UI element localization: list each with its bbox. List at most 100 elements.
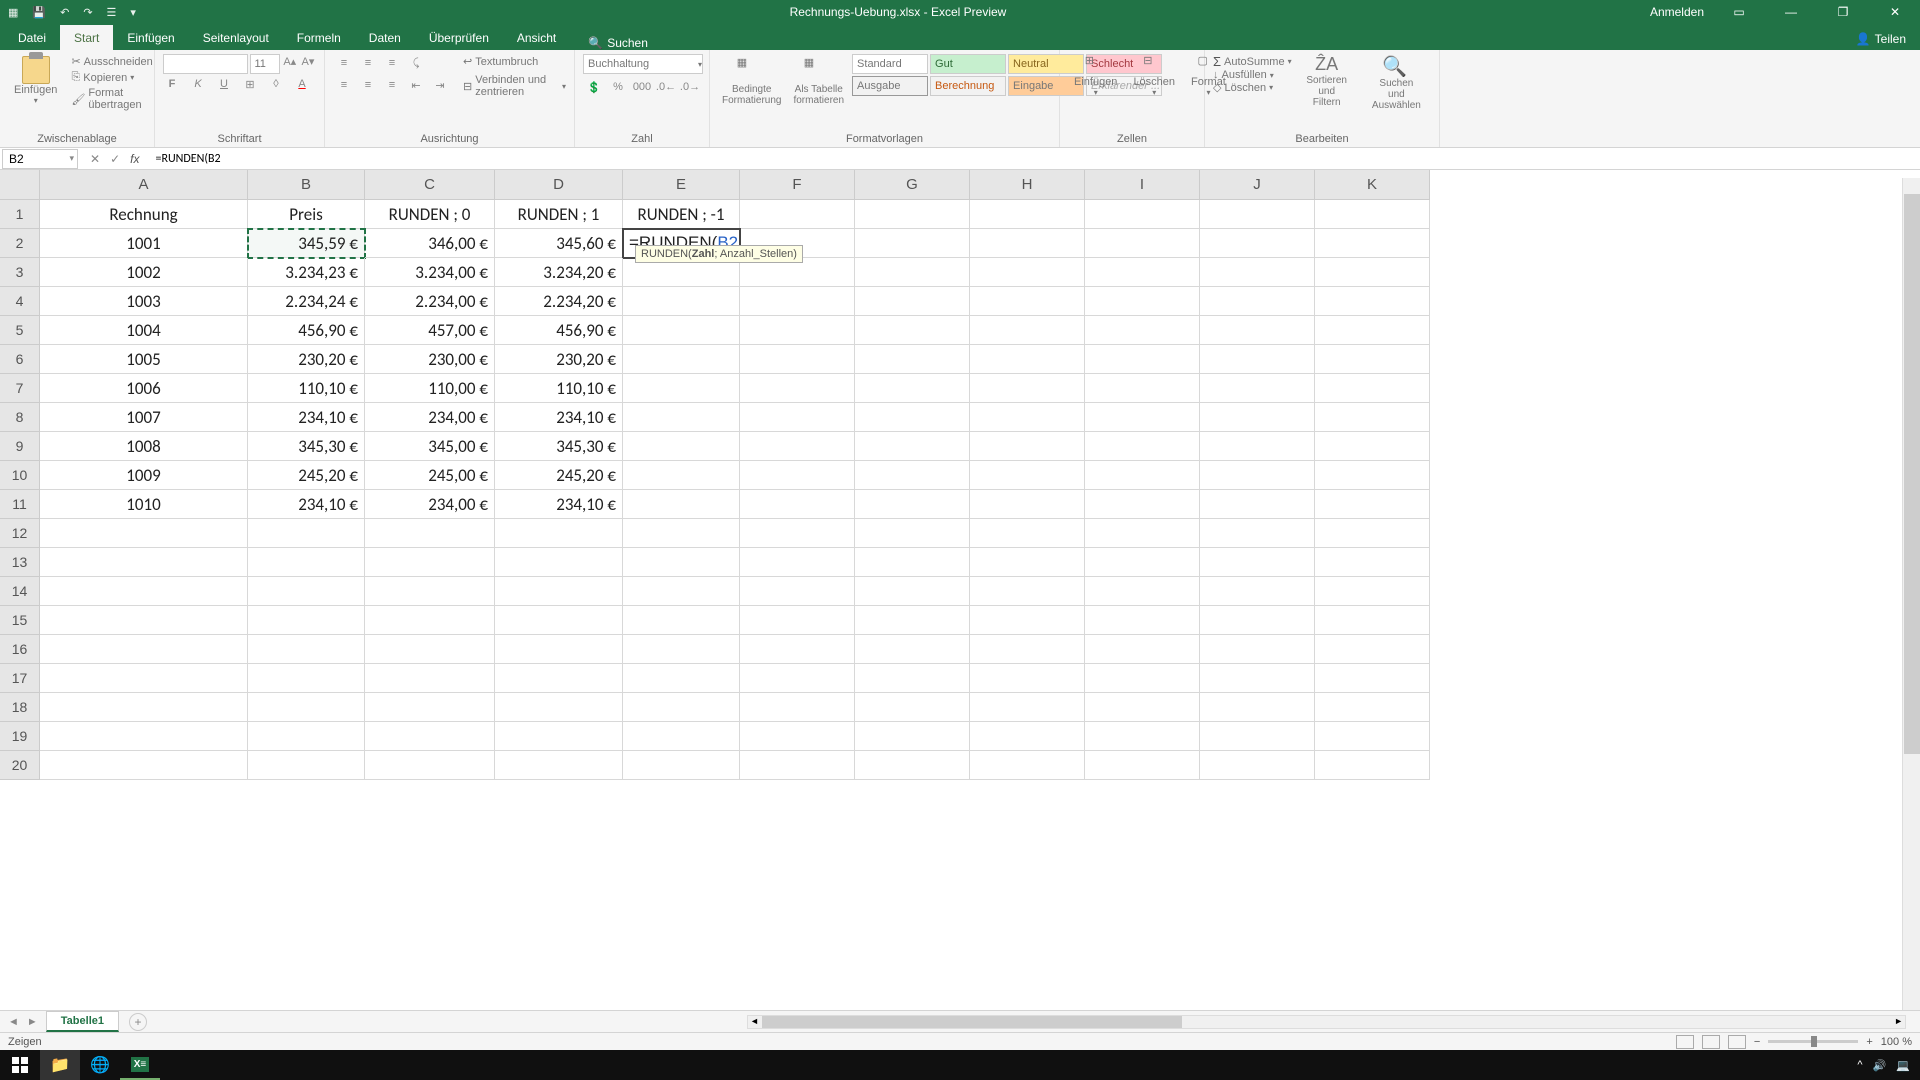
delete-cells-button[interactable]: ⊟Löschen▾ bbox=[1127, 54, 1181, 131]
cell-C3[interactable]: 3.234,00 € bbox=[365, 258, 495, 287]
cell-A3[interactable]: 1002 bbox=[40, 258, 248, 287]
cell-E15[interactable] bbox=[623, 606, 740, 635]
share-button[interactable]: 👤 Teilen bbox=[1856, 32, 1906, 46]
column-header-B[interactable]: B bbox=[248, 170, 365, 200]
cell-E8[interactable] bbox=[623, 403, 740, 432]
cell-D12[interactable] bbox=[495, 519, 623, 548]
cell-A9[interactable]: 1008 bbox=[40, 432, 248, 461]
cell-E10[interactable] bbox=[623, 461, 740, 490]
sort-filter-button[interactable]: ẐA Sortieren und Filtern bbox=[1296, 54, 1358, 131]
font-size-select[interactable]: 11 bbox=[250, 54, 279, 74]
cell-K3[interactable] bbox=[1315, 258, 1430, 287]
cell-E9[interactable] bbox=[623, 432, 740, 461]
cell-C14[interactable] bbox=[365, 577, 495, 606]
cell-J5[interactable] bbox=[1200, 316, 1315, 345]
orientation-icon[interactable]: ⤹ bbox=[405, 54, 427, 72]
column-header-K[interactable]: K bbox=[1315, 170, 1430, 200]
cell-H1[interactable] bbox=[970, 200, 1085, 229]
bold-button[interactable]: F bbox=[163, 78, 181, 96]
style-ausgabe[interactable]: Ausgabe bbox=[852, 76, 928, 96]
row-header-5[interactable]: 5 bbox=[0, 316, 40, 345]
cell-K4[interactable] bbox=[1315, 287, 1430, 316]
cell-E5[interactable] bbox=[623, 316, 740, 345]
cell-A18[interactable] bbox=[40, 693, 248, 722]
tab-einfuegen[interactable]: Einfügen bbox=[113, 25, 188, 50]
cell-J8[interactable] bbox=[1200, 403, 1315, 432]
font-color-icon[interactable]: A bbox=[293, 78, 311, 96]
cell-C9[interactable]: 345,00 € bbox=[365, 432, 495, 461]
hscroll-right-icon[interactable]: ► bbox=[1894, 1016, 1903, 1026]
cell-G16[interactable] bbox=[855, 635, 970, 664]
find-select-button[interactable]: 🔍 Suchen und Auswählen bbox=[1362, 54, 1431, 131]
cell-A4[interactable]: 1003 bbox=[40, 287, 248, 316]
cell-B1[interactable]: Preis bbox=[248, 200, 365, 229]
normal-view-icon[interactable] bbox=[1676, 1035, 1694, 1049]
cell-C16[interactable] bbox=[365, 635, 495, 664]
row-header-2[interactable]: 2 bbox=[0, 229, 40, 258]
increase-indent-icon[interactable]: ⇥ bbox=[429, 76, 451, 94]
column-header-J[interactable]: J bbox=[1200, 170, 1315, 200]
cell-J11[interactable] bbox=[1200, 490, 1315, 519]
wrap-text-button[interactable]: ↩Textumbruch bbox=[463, 54, 566, 69]
cell-H6[interactable] bbox=[970, 345, 1085, 374]
column-header-C[interactable]: C bbox=[365, 170, 495, 200]
cell-B16[interactable] bbox=[248, 635, 365, 664]
cell-I20[interactable] bbox=[1085, 751, 1200, 780]
cell-H10[interactable] bbox=[970, 461, 1085, 490]
cell-B9[interactable]: 345,30 € bbox=[248, 432, 365, 461]
cell-B8[interactable]: 234,10 € bbox=[248, 403, 365, 432]
cell-F9[interactable] bbox=[740, 432, 855, 461]
cell-F15[interactable] bbox=[740, 606, 855, 635]
cell-G6[interactable] bbox=[855, 345, 970, 374]
cell-H8[interactable] bbox=[970, 403, 1085, 432]
cell-F18[interactable] bbox=[740, 693, 855, 722]
cell-G9[interactable] bbox=[855, 432, 970, 461]
cell-I13[interactable] bbox=[1085, 548, 1200, 577]
row-header-11[interactable]: 11 bbox=[0, 490, 40, 519]
cell-K11[interactable] bbox=[1315, 490, 1430, 519]
cell-A11[interactable]: 1010 bbox=[40, 490, 248, 519]
cell-C19[interactable] bbox=[365, 722, 495, 751]
paste-button[interactable]: Einfügen ▾ bbox=[8, 54, 63, 131]
cell-H12[interactable] bbox=[970, 519, 1085, 548]
cell-J2[interactable] bbox=[1200, 229, 1315, 258]
cell-F14[interactable] bbox=[740, 577, 855, 606]
cell-B10[interactable]: 245,20 € bbox=[248, 461, 365, 490]
cell-K16[interactable] bbox=[1315, 635, 1430, 664]
cell-J10[interactable] bbox=[1200, 461, 1315, 490]
vscroll-thumb[interactable] bbox=[1904, 194, 1920, 754]
cell-E7[interactable] bbox=[623, 374, 740, 403]
align-middle-icon[interactable]: ≡ bbox=[357, 54, 379, 72]
row-header-3[interactable]: 3 bbox=[0, 258, 40, 287]
cell-C5[interactable]: 457,00 € bbox=[365, 316, 495, 345]
tab-start[interactable]: Start bbox=[60, 25, 113, 50]
cell-F4[interactable] bbox=[740, 287, 855, 316]
align-bottom-icon[interactable]: ≡ bbox=[381, 54, 403, 72]
cell-D17[interactable] bbox=[495, 664, 623, 693]
cell-K8[interactable] bbox=[1315, 403, 1430, 432]
italic-button[interactable]: K bbox=[189, 78, 207, 96]
cell-B12[interactable] bbox=[248, 519, 365, 548]
cell-K17[interactable] bbox=[1315, 664, 1430, 693]
cell-B6[interactable]: 230,20 € bbox=[248, 345, 365, 374]
cell-J9[interactable] bbox=[1200, 432, 1315, 461]
redo-icon[interactable]: ↷ bbox=[83, 6, 92, 19]
decrease-indent-icon[interactable]: ⇤ bbox=[405, 76, 427, 94]
cell-J18[interactable] bbox=[1200, 693, 1315, 722]
cell-G11[interactable] bbox=[855, 490, 970, 519]
cell-H15[interactable] bbox=[970, 606, 1085, 635]
formula-input[interactable]: =RUNDEN(B2 bbox=[151, 152, 1920, 166]
cancel-formula-icon[interactable]: ✕ bbox=[90, 152, 100, 166]
signin-link[interactable]: Anmelden bbox=[1650, 5, 1704, 19]
cell-C7[interactable]: 110,00 € bbox=[365, 374, 495, 403]
cell-H18[interactable] bbox=[970, 693, 1085, 722]
cell-E18[interactable] bbox=[623, 693, 740, 722]
cell-J6[interactable] bbox=[1200, 345, 1315, 374]
cell-I7[interactable] bbox=[1085, 374, 1200, 403]
taskbar-excel-icon[interactable]: X≡ bbox=[120, 1050, 160, 1080]
tab-datei[interactable]: Datei bbox=[4, 25, 60, 50]
cell-E1[interactable]: RUNDEN ; -1 bbox=[623, 200, 740, 229]
ribbon-display-icon[interactable]: ▭ bbox=[1722, 5, 1756, 19]
cell-D2[interactable]: 345,60 € bbox=[495, 229, 623, 258]
cell-C6[interactable]: 230,00 € bbox=[365, 345, 495, 374]
